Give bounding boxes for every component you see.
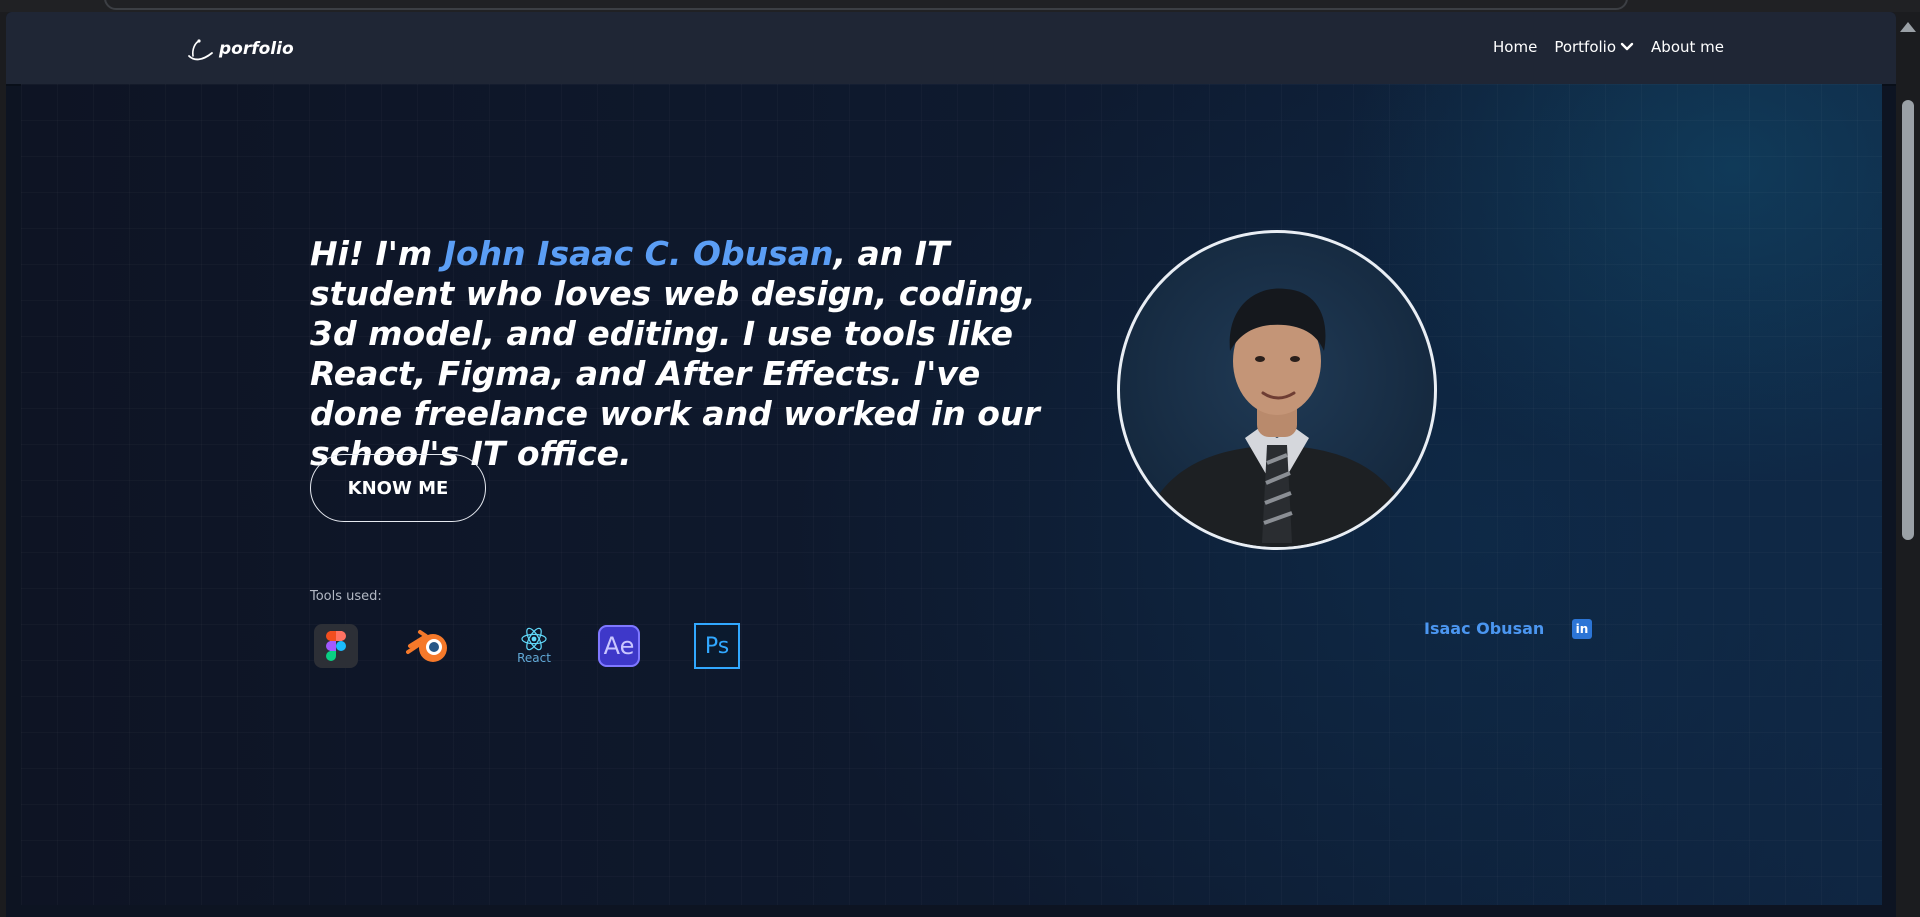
- blender-icon: [406, 630, 447, 662]
- after-effects-caption: Ae: [603, 632, 635, 660]
- headline-prefix: Hi! I'm: [310, 234, 444, 273]
- tool-photoshop: Ps: [694, 618, 790, 674]
- hero-headline: Hi! I'm John Isaac C. Obusan, an IT stud…: [310, 234, 1050, 474]
- nav-links: Home Portfolio About me: [1493, 38, 1724, 56]
- tool-figma: [310, 618, 406, 674]
- browser-top-strip: [0, 0, 1920, 12]
- background-grid: [21, 84, 1882, 905]
- scrollbar[interactable]: [1896, 12, 1920, 917]
- profile-photo: [1117, 230, 1437, 550]
- social-name-link[interactable]: Isaac Obusan: [1424, 619, 1544, 638]
- nav-about[interactable]: About me: [1651, 38, 1724, 56]
- nav-portfolio-label: Portfolio: [1554, 38, 1617, 56]
- nav-home[interactable]: Home: [1493, 38, 1537, 56]
- scroll-thumb[interactable]: [1902, 100, 1914, 540]
- brand-logo[interactable]: porfolio: [186, 36, 294, 62]
- know-me-button[interactable]: KNOW ME: [310, 454, 486, 522]
- hero-section: Hi! I'm John Isaac C. Obusan, an IT stud…: [21, 84, 1882, 905]
- page-window: porfolio Home Portfolio About me Hi! I'm…: [6, 12, 1896, 917]
- tool-react: React: [502, 618, 598, 674]
- nav-home-label: Home: [1493, 38, 1538, 56]
- brand-name: porfolio: [219, 39, 294, 59]
- know-me-label: KNOW ME: [347, 477, 449, 499]
- tool-blender: [406, 618, 502, 674]
- photoshop-icon: Ps: [694, 623, 740, 669]
- navbar: porfolio Home Portfolio About me: [6, 12, 1896, 84]
- figma-icon: [314, 624, 358, 668]
- address-bar[interactable]: [104, 0, 1628, 10]
- tool-after-effects: Ae: [598, 618, 694, 674]
- tools-label: Tools used:: [310, 589, 382, 604]
- bird-swoosh-icon: [188, 39, 213, 61]
- scroll-up-arrow-icon[interactable]: [1900, 22, 1916, 32]
- linkedin-label: in: [1575, 622, 1589, 636]
- react-icon: [521, 627, 547, 651]
- react-caption: React: [517, 651, 551, 665]
- chevron-down-icon: [1620, 42, 1634, 51]
- photoshop-caption: Ps: [704, 633, 730, 659]
- nav-portfolio[interactable]: Portfolio: [1554, 38, 1634, 56]
- tools-list: React Ae Ps: [310, 618, 790, 674]
- after-effects-icon: Ae: [598, 625, 640, 667]
- linkedin-icon[interactable]: in: [1572, 619, 1592, 639]
- headline-name: John Isaac C. Obusan: [443, 234, 834, 273]
- nav-about-label: About me: [1651, 38, 1724, 56]
- react-logo: React: [510, 627, 558, 665]
